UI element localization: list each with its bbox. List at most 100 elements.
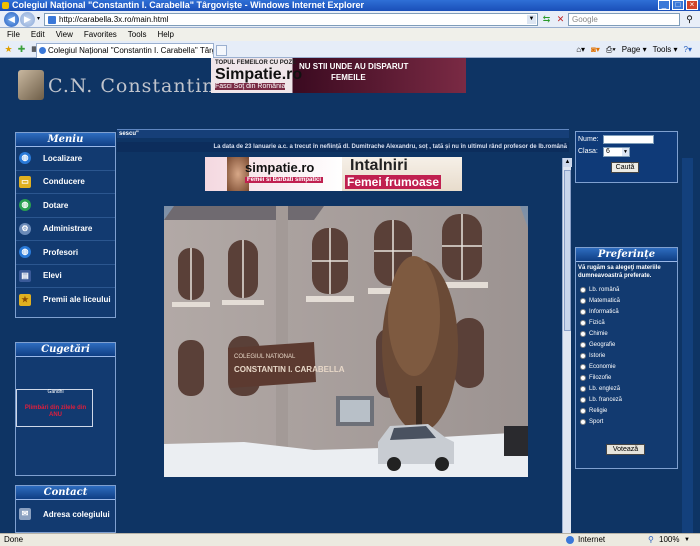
internet-zone-icon: [566, 536, 574, 544]
history-dropdown[interactable]: ▾: [33, 14, 44, 25]
voteaza-button[interactable]: Votează: [606, 444, 645, 455]
scroll-thumb[interactable]: [564, 170, 571, 331]
page-menu[interactable]: Page ▾: [622, 45, 647, 55]
ad-center-brand: simpatie.ro: [245, 160, 315, 175]
option-filozofie[interactable]: Filozofie: [576, 372, 677, 383]
preferinte-options: Lb. română Matematică Informatică Fizică…: [576, 282, 677, 427]
menu-item-administrare[interactable]: ⚙ Administrare: [16, 218, 115, 241]
favorites-star-icon[interactable]: ★: [3, 44, 14, 55]
cugetari-title: Cugetări: [16, 343, 115, 357]
option-lb-engleza[interactable]: Lb. engleză: [576, 383, 677, 394]
clasa-select[interactable]: 6 ▼: [603, 147, 630, 157]
menu-help[interactable]: Help: [157, 28, 173, 41]
menu-item-dotare[interactable]: ◍ Dotare: [16, 194, 115, 218]
ad-center-sub: Femei si Barbati simpatici: [245, 177, 324, 183]
site-logo[interactable]: C.N. Constantin Carab: [18, 64, 285, 110]
ad-center-sub2: Femei frumoase: [345, 175, 442, 189]
menu-tools[interactable]: Tools: [128, 28, 147, 41]
stop-icon[interactable]: ✕: [555, 14, 566, 25]
option-lb-franceza[interactable]: Lb. franceză: [576, 394, 677, 405]
go-icon[interactable]: ⇆: [541, 14, 552, 25]
radio-button[interactable]: [580, 341, 586, 348]
radio-button[interactable]: [580, 374, 586, 381]
star-icon: ★: [19, 293, 31, 306]
nume-input[interactable]: [603, 135, 654, 144]
ad-banner-top[interactable]: TOPUL FEMEILOR CU POZE Simpatie.ro NU ST…: [211, 58, 466, 93]
radio-button[interactable]: [580, 297, 586, 304]
cauta-button[interactable]: Caută: [611, 162, 639, 173]
ad-top-brand: Simpatie.ro: [215, 66, 303, 83]
menu-view[interactable]: View: [56, 28, 73, 41]
school-photo: COLEGIUL NATIONAL CONSTANTIN I. CARABELL…: [164, 206, 528, 477]
option-lb-romana[interactable]: Lb. română: [576, 284, 677, 295]
option-economie[interactable]: Economie: [576, 361, 677, 372]
tools-menu[interactable]: Tools ▾: [653, 45, 678, 55]
new-tab-button[interactable]: [216, 45, 227, 56]
option-informatica[interactable]: Informatică: [576, 306, 677, 317]
minimize-button[interactable]: _: [658, 0, 670, 10]
menu-item-profesori[interactable]: ◍ Profesori: [16, 241, 115, 265]
option-sport[interactable]: Sport: [576, 416, 677, 427]
contact-item-address[interactable]: ✉ Adresa colegiului: [16, 500, 115, 528]
option-chimie[interactable]: Chimie: [576, 328, 677, 339]
menu-item-localizare[interactable]: ◍ Localizare: [16, 147, 115, 171]
back-button[interactable]: ◀: [4, 12, 19, 27]
tab-title: Colegiul Național "Constantin I. Carabel…: [48, 46, 213, 55]
radio-button[interactable]: [580, 308, 586, 315]
menu-favorites[interactable]: Favorites: [84, 28, 117, 41]
command-bar: ⌂▾ ◙▾ ⎙▾ Page ▾ Tools ▾ ?▾: [576, 45, 692, 55]
zoom-icon[interactable]: ⚲: [648, 534, 654, 546]
zoom-level[interactable]: 100%: [659, 534, 679, 546]
address-dropdown[interactable]: ▼: [527, 15, 536, 24]
option-geografie[interactable]: Geografie: [576, 339, 677, 350]
menu-item-label: Premii ale liceului: [43, 295, 111, 305]
radio-button[interactable]: [580, 418, 586, 425]
print-icon[interactable]: ⎙▾: [606, 45, 616, 55]
menu-item-conducere[interactable]: ▭ Conducere: [16, 171, 115, 194]
radio-button[interactable]: [580, 385, 586, 392]
radio-button[interactable]: [580, 396, 586, 403]
web-page: C.N. Constantin Carab TOPUL FEMEILOR CU …: [0, 58, 700, 533]
radio-button[interactable]: [580, 330, 586, 337]
add-favorites-icon[interactable]: ✚: [16, 44, 27, 55]
radio-button[interactable]: [580, 286, 586, 293]
option-istorie[interactable]: Istorie: [576, 350, 677, 361]
feeds-icon[interactable]: ◙▾: [591, 45, 600, 55]
menu-item-premii[interactable]: ★ Premii ale liceului: [16, 288, 115, 312]
option-matematica[interactable]: Matematică: [576, 295, 677, 306]
address-field[interactable]: http://carabella.3x.ro/main.html ▼: [44, 13, 538, 26]
maximize-button[interactable]: □: [672, 0, 684, 10]
photo-sign-name: CONSTANTIN I. CARABELLA: [234, 365, 345, 374]
close-window-button[interactable]: ×: [686, 0, 698, 10]
menu-item-label: Elevi: [43, 271, 62, 281]
tab-ie-icon: [39, 47, 46, 54]
search-input[interactable]: Google: [568, 13, 680, 26]
page-scrollbar[interactable]: ▲: [562, 158, 572, 533]
menu-item-elevi[interactable]: ▤ Elevi: [16, 265, 115, 288]
school-building-image: COLEGIUL NATIONAL CONSTANTIN I. CARABELL…: [164, 206, 528, 477]
ad-banner-center[interactable]: simpatie.ro Femei si Barbati simpatici I…: [205, 157, 462, 191]
menu-bar: File Edit View Favorites Tools Help: [0, 28, 700, 41]
quote-author: Gandhi: [47, 389, 64, 395]
search-icon[interactable]: ⚲: [684, 14, 695, 25]
option-label: Lb. engleză: [589, 385, 621, 392]
option-label: Fizică: [589, 319, 605, 326]
help-icon[interactable]: ?▾: [684, 45, 692, 55]
school-crest-icon: [18, 70, 44, 100]
option-label: Chimie: [589, 330, 608, 337]
option-fizica[interactable]: Fizică: [576, 317, 677, 328]
menu-file[interactable]: File: [7, 28, 20, 41]
option-religie[interactable]: Religie: [576, 405, 677, 416]
radio-button[interactable]: [580, 319, 586, 326]
home-icon[interactable]: ⌂▾: [576, 45, 585, 55]
zoom-dropdown[interactable]: ▼: [684, 534, 690, 546]
scroll-up-arrow[interactable]: ▲: [563, 158, 572, 167]
option-label: Filozofie: [589, 374, 612, 381]
radio-button[interactable]: [580, 407, 586, 414]
preferinte-intro: Vă rugăm sa alegeţi materiile dumneavoas…: [578, 265, 661, 279]
radio-button[interactable]: [580, 352, 586, 359]
tab-active[interactable]: Colegiul Național "Constantin I. Carabel…: [36, 43, 214, 58]
menu-edit[interactable]: Edit: [31, 28, 45, 41]
radio-button[interactable]: [580, 363, 586, 370]
preferinte-panel: Preferințe Vă rugăm sa alegeţi materiile…: [575, 247, 678, 469]
